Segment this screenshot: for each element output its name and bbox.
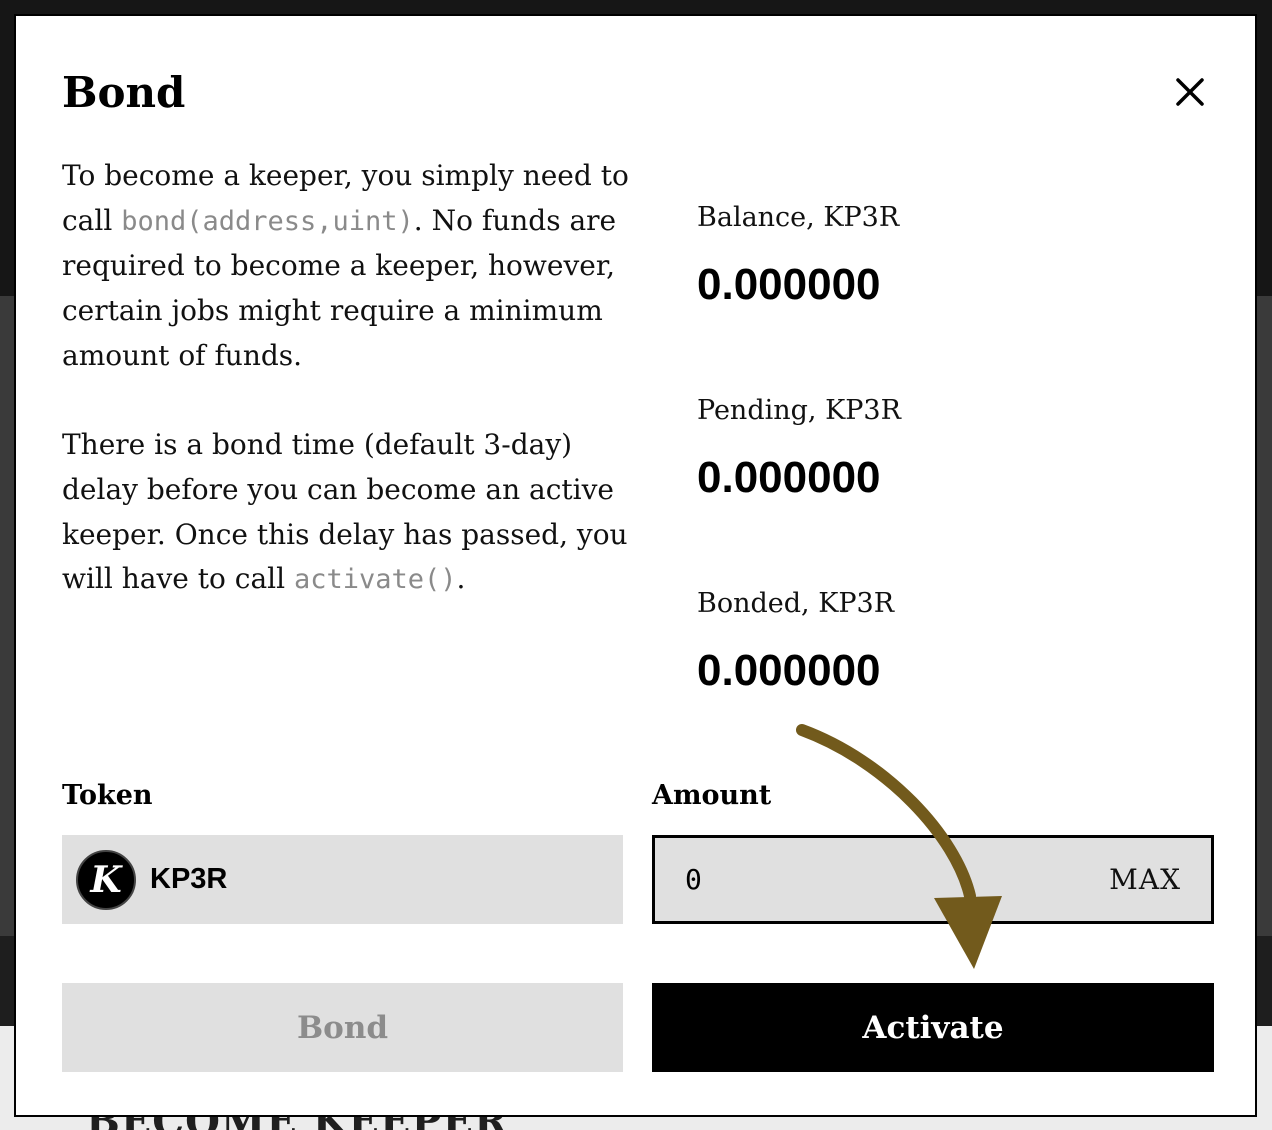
bond-button[interactable]: Bond bbox=[62, 983, 623, 1072]
token-label: Token bbox=[62, 780, 153, 811]
max-button[interactable]: MAX bbox=[1109, 863, 1211, 896]
logo-letter: K bbox=[90, 858, 122, 901]
bond-function-code: bond(address,uint) bbox=[121, 205, 414, 237]
activate-button[interactable]: Activate bbox=[652, 983, 1214, 1072]
kp3r-logo-icon: K bbox=[76, 849, 136, 910]
pending-value: 0.000000 bbox=[697, 453, 881, 502]
bond-description: To become a keeper, you simply need to c… bbox=[62, 154, 642, 603]
description-paragraph-1: To become a keeper, you simply need to c… bbox=[62, 154, 642, 379]
modal-title: Bond bbox=[62, 68, 186, 117]
token-select[interactable]: K KP3R bbox=[62, 835, 623, 924]
balance-label: Balance, KP3R bbox=[697, 202, 900, 233]
amount-input[interactable] bbox=[655, 838, 1110, 921]
bonded-value: 0.000000 bbox=[697, 646, 881, 695]
activate-function-code: activate() bbox=[293, 564, 457, 596]
description-paragraph-2: There is a bond time (default 3-day) del… bbox=[62, 423, 642, 603]
bonded-label: Bonded, KP3R bbox=[697, 588, 895, 619]
close-icon[interactable] bbox=[1170, 72, 1210, 112]
pending-label: Pending, KP3R bbox=[697, 395, 901, 426]
amount-label: Amount bbox=[652, 780, 772, 811]
balance-value: 0.000000 bbox=[697, 260, 881, 309]
bond-modal: Bond To become a keeper, you simply need… bbox=[14, 14, 1257, 1117]
amount-field: MAX bbox=[652, 835, 1214, 924]
token-name: KP3R bbox=[150, 863, 228, 895]
description-text: . bbox=[456, 562, 466, 596]
